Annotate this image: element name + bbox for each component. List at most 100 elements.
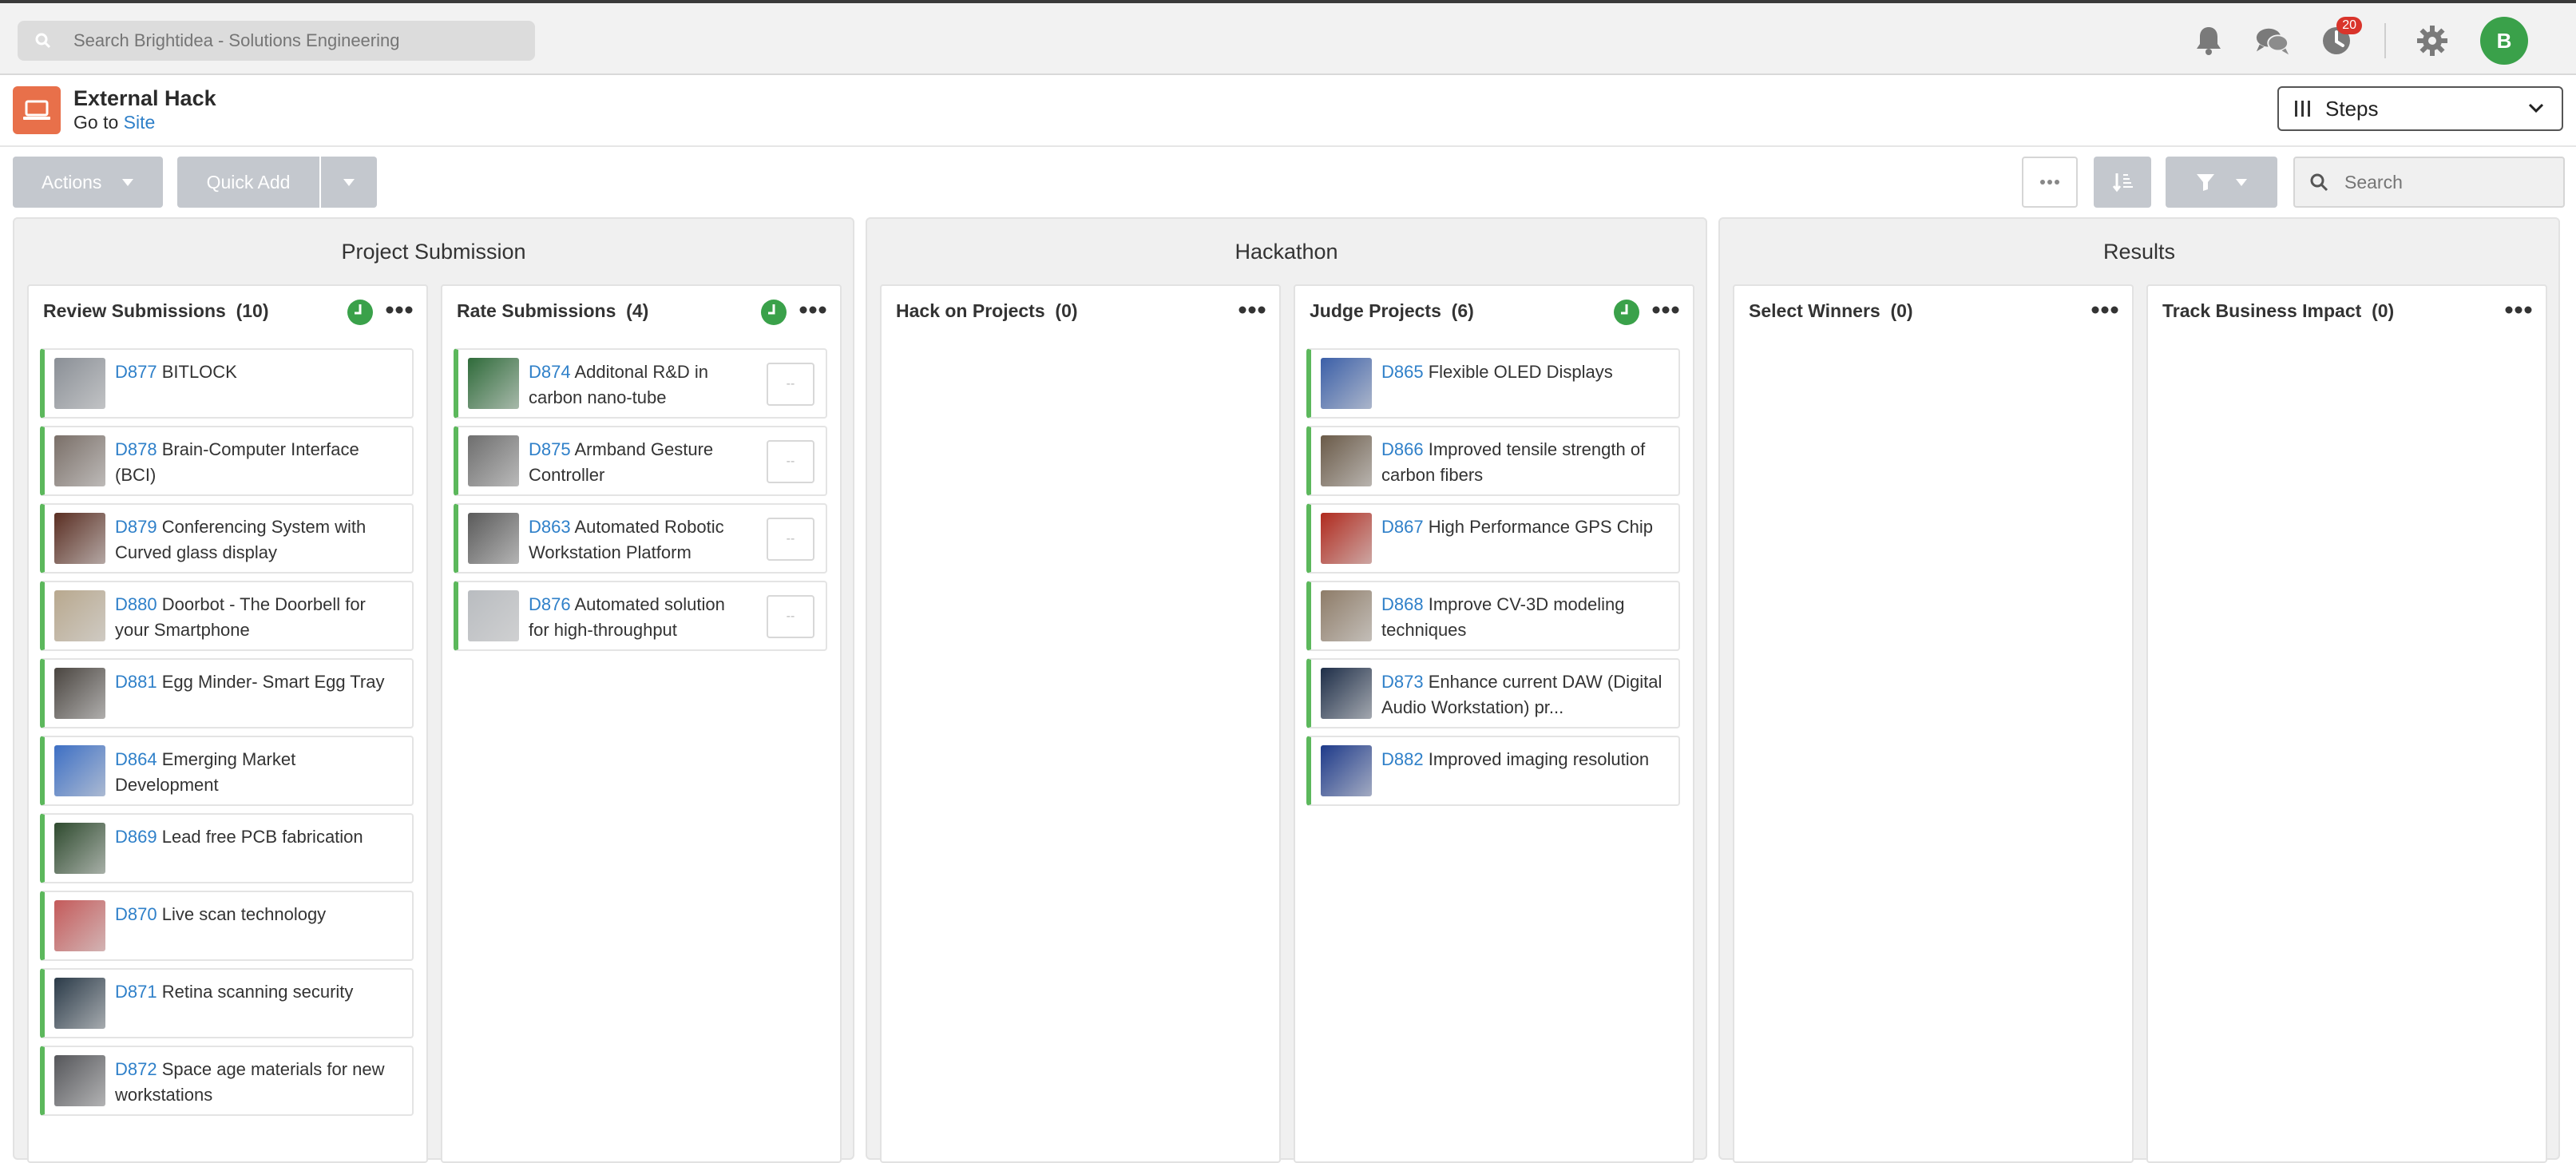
idea-card[interactable]: D870 Live scan technology	[40, 891, 414, 961]
idea-title: Lead free PCB fabrication	[161, 827, 363, 847]
column-judge-projects: Judge Projects (6) D865 Flexible OLED Di…	[1294, 284, 1694, 1163]
clock-icon[interactable]	[1613, 299, 1640, 326]
ellipsis-icon[interactable]	[2504, 304, 2533, 316]
global-search[interactable]	[18, 21, 535, 61]
idea-card[interactable]: D868 Improve CV-3D modeling techniques	[1306, 581, 1680, 651]
filter-button[interactable]	[2166, 157, 2277, 208]
caret-down-icon	[343, 178, 355, 186]
idea-id-link[interactable]: D879	[115, 517, 157, 537]
ellipsis-icon[interactable]	[2091, 304, 2119, 316]
idea-id-link[interactable]: D864	[115, 749, 157, 769]
idea-card-text: D863 Automated Robotic Workstation Platf…	[529, 514, 749, 566]
idea-id-link[interactable]: D880	[115, 594, 157, 614]
idea-card[interactable]: D864 Emerging Market Development	[40, 736, 414, 806]
ellipsis-icon[interactable]	[1238, 304, 1266, 316]
idea-id-link[interactable]: D882	[1381, 749, 1424, 769]
idea-thumbnail	[1321, 435, 1372, 486]
idea-card[interactable]: D875 Armband Gesture Controller --	[454, 426, 827, 496]
rating-box[interactable]: --	[767, 518, 814, 561]
clock-icon[interactable]	[347, 299, 374, 326]
idea-card[interactable]: D869 Lead free PCB fabrication	[40, 813, 414, 883]
idea-card-text: D879 Conferencing System with Curved gla…	[115, 514, 396, 566]
stage-title: Results	[2102, 240, 2176, 264]
avatar[interactable]: B	[2480, 17, 2528, 65]
idea-card-text: D872 Space age materials for new worksta…	[115, 1057, 396, 1108]
idea-thumbnail	[468, 590, 519, 641]
gear-icon[interactable]	[2415, 23, 2450, 58]
idea-id-link[interactable]: D870	[115, 904, 157, 924]
stage-title: Hackathon	[1234, 240, 1338, 264]
caret-down-icon	[122, 178, 134, 186]
idea-card[interactable]: D872 Space age materials for new worksta…	[40, 1046, 414, 1116]
idea-id-link[interactable]: D872	[115, 1059, 157, 1079]
bell-icon[interactable]	[2191, 23, 2226, 58]
quick-add-button[interactable]: Quick Add	[177, 157, 319, 208]
idea-card[interactable]: D863 Automated Robotic Workstation Platf…	[454, 503, 827, 574]
sort-button[interactable]	[2094, 157, 2151, 208]
idea-card[interactable]: D878 Brain-Computer Interface (BCI)	[40, 426, 414, 496]
idea-card-text: D874 Additonal R&D in carbon nano-tube	[529, 359, 749, 411]
idea-thumbnail	[1321, 745, 1372, 796]
ellipsis-icon[interactable]	[385, 304, 414, 316]
idea-card-text: D868 Improve CV-3D modeling techniques	[1381, 592, 1663, 643]
column-rate-submissions: Rate Submissions (4) D874 Additonal R&D …	[441, 284, 842, 1163]
rating-box[interactable]: --	[767, 440, 814, 483]
rating-box[interactable]: --	[767, 595, 814, 638]
idea-id-link[interactable]: D865	[1381, 362, 1424, 382]
ellipsis-icon[interactable]	[1651, 304, 1680, 316]
idea-id-link[interactable]: D873	[1381, 672, 1424, 692]
idea-id-link[interactable]: D863	[529, 517, 571, 537]
site-link[interactable]: Site	[124, 112, 156, 133]
idea-thumbnail	[1321, 668, 1372, 719]
idea-thumbnail	[1321, 358, 1372, 409]
board-search-input[interactable]	[2343, 170, 2554, 194]
idea-card[interactable]: D866 Improved tensile strength of carbon…	[1306, 426, 1680, 496]
clock-icon[interactable]	[760, 299, 787, 326]
idea-card[interactable]: D874 Additonal R&D in carbon nano-tube -…	[454, 348, 827, 419]
idea-id-link[interactable]: D868	[1381, 594, 1424, 614]
idea-card-text: D876 Automated solution for high-through…	[529, 592, 749, 643]
global-search-input[interactable]	[72, 30, 522, 52]
idea-card[interactable]: D865 Flexible OLED Displays	[1306, 348, 1680, 419]
idea-id-link[interactable]: D874	[529, 362, 571, 382]
idea-card-text: D875 Armband Gesture Controller	[529, 437, 749, 488]
idea-card[interactable]: D877 BITLOCK	[40, 348, 414, 419]
idea-card-text: D870 Live scan technology	[115, 902, 396, 927]
idea-card[interactable]: D876 Automated solution for high-through…	[454, 581, 827, 651]
idea-card[interactable]: D882 Improved imaging resolution	[1306, 736, 1680, 806]
idea-id-link[interactable]: D871	[115, 982, 157, 1002]
idea-id-link[interactable]: D877	[115, 362, 157, 382]
board-search[interactable]	[2293, 157, 2565, 208]
idea-card[interactable]: D867 High Performance GPS Chip	[1306, 503, 1680, 574]
idea-id-link[interactable]: D867	[1381, 517, 1424, 537]
laptop-icon	[13, 86, 61, 134]
more-options-button[interactable]	[2022, 157, 2078, 208]
actions-button[interactable]: Actions	[13, 157, 163, 208]
idea-card[interactable]: D881 Egg Minder- Smart Egg Tray	[40, 658, 414, 728]
idea-thumbnail	[54, 1055, 105, 1106]
chat-icon[interactable]	[2255, 23, 2290, 58]
idea-id-link[interactable]: D869	[115, 827, 157, 847]
idea-id-link[interactable]: D875	[529, 439, 571, 459]
rating-box[interactable]: --	[767, 363, 814, 406]
idea-title: Egg Minder- Smart Egg Tray	[161, 672, 385, 692]
idea-card[interactable]: D880 Doorbot - The Doorbell for your Sma…	[40, 581, 414, 651]
idea-id-link[interactable]: D878	[115, 439, 157, 459]
history-icon[interactable]: 20	[2319, 17, 2362, 58]
idea-card[interactable]: D871 Retina scanning security	[40, 968, 414, 1038]
search-icon	[2310, 173, 2328, 192]
view-select[interactable]: Steps	[2277, 86, 2563, 131]
ellipsis-icon[interactable]	[799, 304, 827, 316]
idea-thumbnail	[54, 513, 105, 564]
filter-icon	[2197, 174, 2214, 191]
idea-id-link[interactable]: D881	[115, 672, 157, 692]
idea-card[interactable]: D879 Conferencing System with Curved gla…	[40, 503, 414, 574]
idea-id-link[interactable]: D866	[1381, 439, 1424, 459]
quick-add-dropdown[interactable]	[321, 157, 377, 208]
goto-site: Go to Site	[73, 112, 155, 133]
chevron-down-icon	[2528, 103, 2544, 113]
column-title: Judge Projects (6)	[1310, 300, 1474, 321]
idea-card[interactable]: D873 Enhance current DAW (Digital Audio …	[1306, 658, 1680, 728]
idea-title: High Performance GPS Chip	[1428, 517, 1653, 537]
idea-id-link[interactable]: D876	[529, 594, 571, 614]
